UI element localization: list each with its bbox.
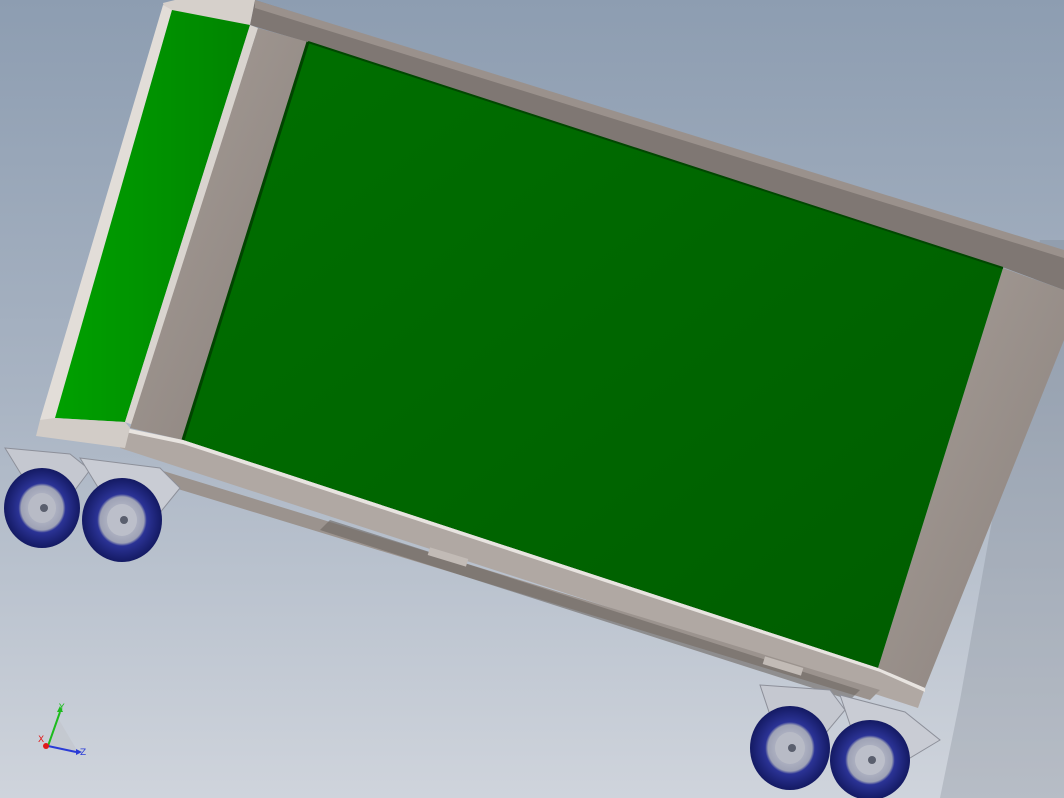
triad-y-label: Y <box>58 703 65 713</box>
model-canvas[interactable]: Y X Z <box>0 0 1064 798</box>
caster-rear-right-1 <box>750 684 846 790</box>
caster-front-left-1 <box>4 447 91 548</box>
caster-front-left-2 <box>79 457 181 562</box>
coordinate-triad: Y X Z <box>38 703 86 758</box>
caster-rear-right-2 <box>830 694 941 798</box>
graphics-viewport[interactable]: Y X Z <box>0 0 1064 798</box>
front-panel <box>183 42 1003 668</box>
triad-x-label: X <box>38 735 44 745</box>
triad-z-label: Z <box>80 748 86 758</box>
bottom-end-cap <box>36 418 130 448</box>
